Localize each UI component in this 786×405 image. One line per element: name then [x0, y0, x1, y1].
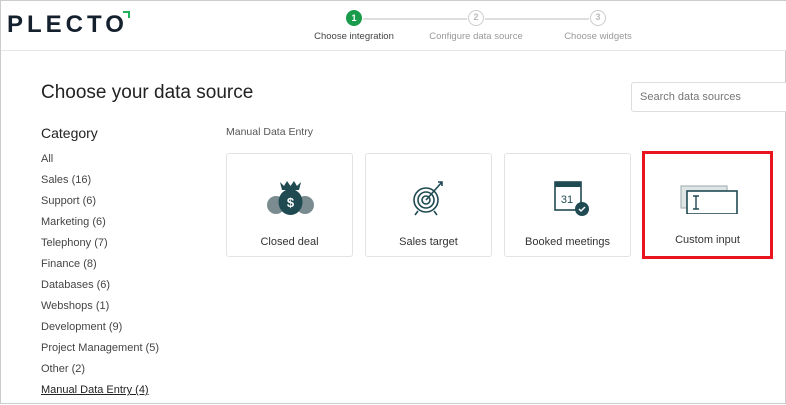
card-sales-target[interactable]: Sales target	[365, 153, 492, 257]
card-label: Sales target	[399, 236, 458, 248]
category-marketing[interactable]: Marketing (6)	[41, 216, 159, 237]
step-label: Configure data source	[429, 31, 523, 42]
target-icon	[413, 181, 443, 216]
category-development[interactable]: Development (9)	[41, 321, 159, 342]
svg-text:$: $	[287, 195, 295, 210]
header: PLECTO 1 Choose integration 2 Configure da…	[1, 1, 786, 51]
card-booked-meetings[interactable]: 31 Booked meetings	[504, 153, 631, 257]
category-databases[interactable]: Databases (6)	[41, 279, 159, 300]
card-label: Booked meetings	[525, 236, 610, 248]
svg-text:31: 31	[561, 194, 573, 206]
category-list: All Sales (16) Support (6) Marketing (6)…	[41, 153, 159, 405]
calendar-check-icon: 31	[554, 181, 589, 216]
category-heading: Category	[41, 125, 98, 141]
category-telephony[interactable]: Telephony (7)	[41, 237, 159, 258]
category-all[interactable]: All	[41, 153, 159, 174]
category-manual-data-entry[interactable]: Manual Data Entry (4)	[41, 384, 159, 405]
step-number: 2	[468, 10, 484, 26]
step-label: Choose integration	[314, 31, 394, 42]
category-support[interactable]: Support (6)	[41, 195, 159, 216]
step-number: 1	[346, 10, 362, 26]
step-number: 3	[590, 10, 606, 26]
category-sales[interactable]: Sales (16)	[41, 174, 159, 195]
card-closed-deal[interactable]: $ Closed deal	[226, 153, 353, 257]
category-webshops[interactable]: Webshops (1)	[41, 300, 159, 321]
card-label: Closed deal	[260, 236, 319, 248]
card-label: Custom input	[675, 234, 740, 246]
section-title: Manual Data Entry	[226, 126, 313, 138]
step-configure-data-source: 2 Configure data source	[416, 10, 536, 42]
category-finance[interactable]: Finance (8)	[41, 258, 159, 279]
step-choose-integration: 1 Choose integration	[294, 10, 414, 42]
card-custom-input[interactable]: Custom input	[642, 151, 773, 259]
step-choose-widgets: 3 Choose widgets	[538, 10, 658, 42]
money-bags-icon: $	[267, 181, 314, 215]
plecto-logo[interactable]: PLECTO	[7, 11, 130, 39]
logo-text: PLECTO	[7, 11, 128, 38]
text-input-icon	[680, 185, 738, 214]
category-project-management[interactable]: Project Management (5)	[41, 342, 159, 363]
step-label: Choose widgets	[564, 31, 632, 42]
page-title: Choose your data source	[41, 82, 254, 103]
search-input[interactable]	[631, 82, 786, 112]
category-other[interactable]: Other (2)	[41, 363, 159, 384]
